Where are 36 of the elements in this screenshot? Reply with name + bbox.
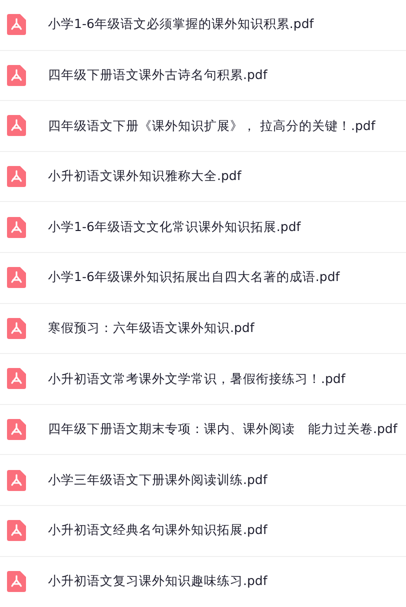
pdf-file-icon <box>7 571 26 592</box>
file-list-item[interactable]: 小升初语文经典名句课外知识拓展.pdf <box>0 506 406 557</box>
file-list-item[interactable]: 小学1-6年级语文文化常识课外知识拓展.pdf <box>0 202 406 253</box>
file-list-item[interactable]: 小学1-6年级课外知识拓展出自四大名著的成语.pdf <box>0 252 406 304</box>
pdf-file-icon <box>7 520 26 542</box>
file-name: 小学三年级语文下册课外阅读训练.pdf <box>48 470 268 489</box>
file-list-item[interactable]: 小升初语文复习课外知识趣味练习.pdf <box>0 556 406 607</box>
file-name: 四年级语文下册《课外知识扩展》， 拉高分的关键！.pdf <box>48 116 376 135</box>
file-name: 寒假预习：六年级语文课外知识.pdf <box>48 318 254 337</box>
pdf-file-icon <box>7 267 26 288</box>
file-name: 四年级下册语文期末专项：课内、课外阅读 能力过关卷.pdf <box>48 420 398 438</box>
file-name: 小升初语文常考课外文学常识，暑假衔接练习！.pdf <box>48 370 346 388</box>
file-name: 小升初语文课外知识雅称大全.pdf <box>48 167 242 186</box>
pdf-file-icon <box>7 166 26 188</box>
pdf-file-icon <box>7 419 26 440</box>
file-list-item[interactable]: 四年级下册语文课外古诗名句积累.pdf <box>0 50 406 102</box>
pdf-file-icon <box>7 368 26 390</box>
file-list-item[interactable]: 小学1-6年级语文必须掌握的课外知识积累.pdf <box>0 0 406 51</box>
file-list-item[interactable]: 小升初语文课外知识雅称大全.pdf <box>0 152 406 202</box>
file-name: 四年级下册语文课外古诗名句积累.pdf <box>48 66 268 84</box>
file-list-item[interactable]: 四年级语文下册《课外知识扩展》， 拉高分的关键！.pdf <box>0 101 406 152</box>
file-list-item[interactable]: 四年级下册语文期末专项：课内、课外阅读 能力过关卷.pdf <box>0 404 406 456</box>
file-list-item[interactable]: 寒假预习：六年级语文课外知识.pdf <box>0 304 406 354</box>
file-name: 小学1-6年级语文必须掌握的课外知识积累.pdf <box>48 15 314 34</box>
file-name: 小升初语文复习课外知识趣味练习.pdf <box>48 572 268 590</box>
pdf-file-icon <box>7 64 26 86</box>
pdf-file-icon <box>7 216 26 238</box>
pdf-file-icon <box>7 318 26 339</box>
file-name: 小学1-6年级语文文化常识课外知识拓展.pdf <box>48 218 301 236</box>
pdf-file-icon <box>7 14 26 36</box>
pdf-file-icon <box>7 470 26 491</box>
file-name: 小学1-6年级课外知识拓展出自四大名著的成语.pdf <box>48 268 340 286</box>
file-name: 小升初语文经典名句课外知识拓展.pdf <box>48 521 268 540</box>
file-list-item[interactable]: 小升初语文常考课外文学常识，暑假衔接练习！.pdf <box>0 354 406 405</box>
file-list-item[interactable]: 小学三年级语文下册课外阅读训练.pdf <box>0 455 406 506</box>
pdf-file-icon <box>7 115 26 136</box>
